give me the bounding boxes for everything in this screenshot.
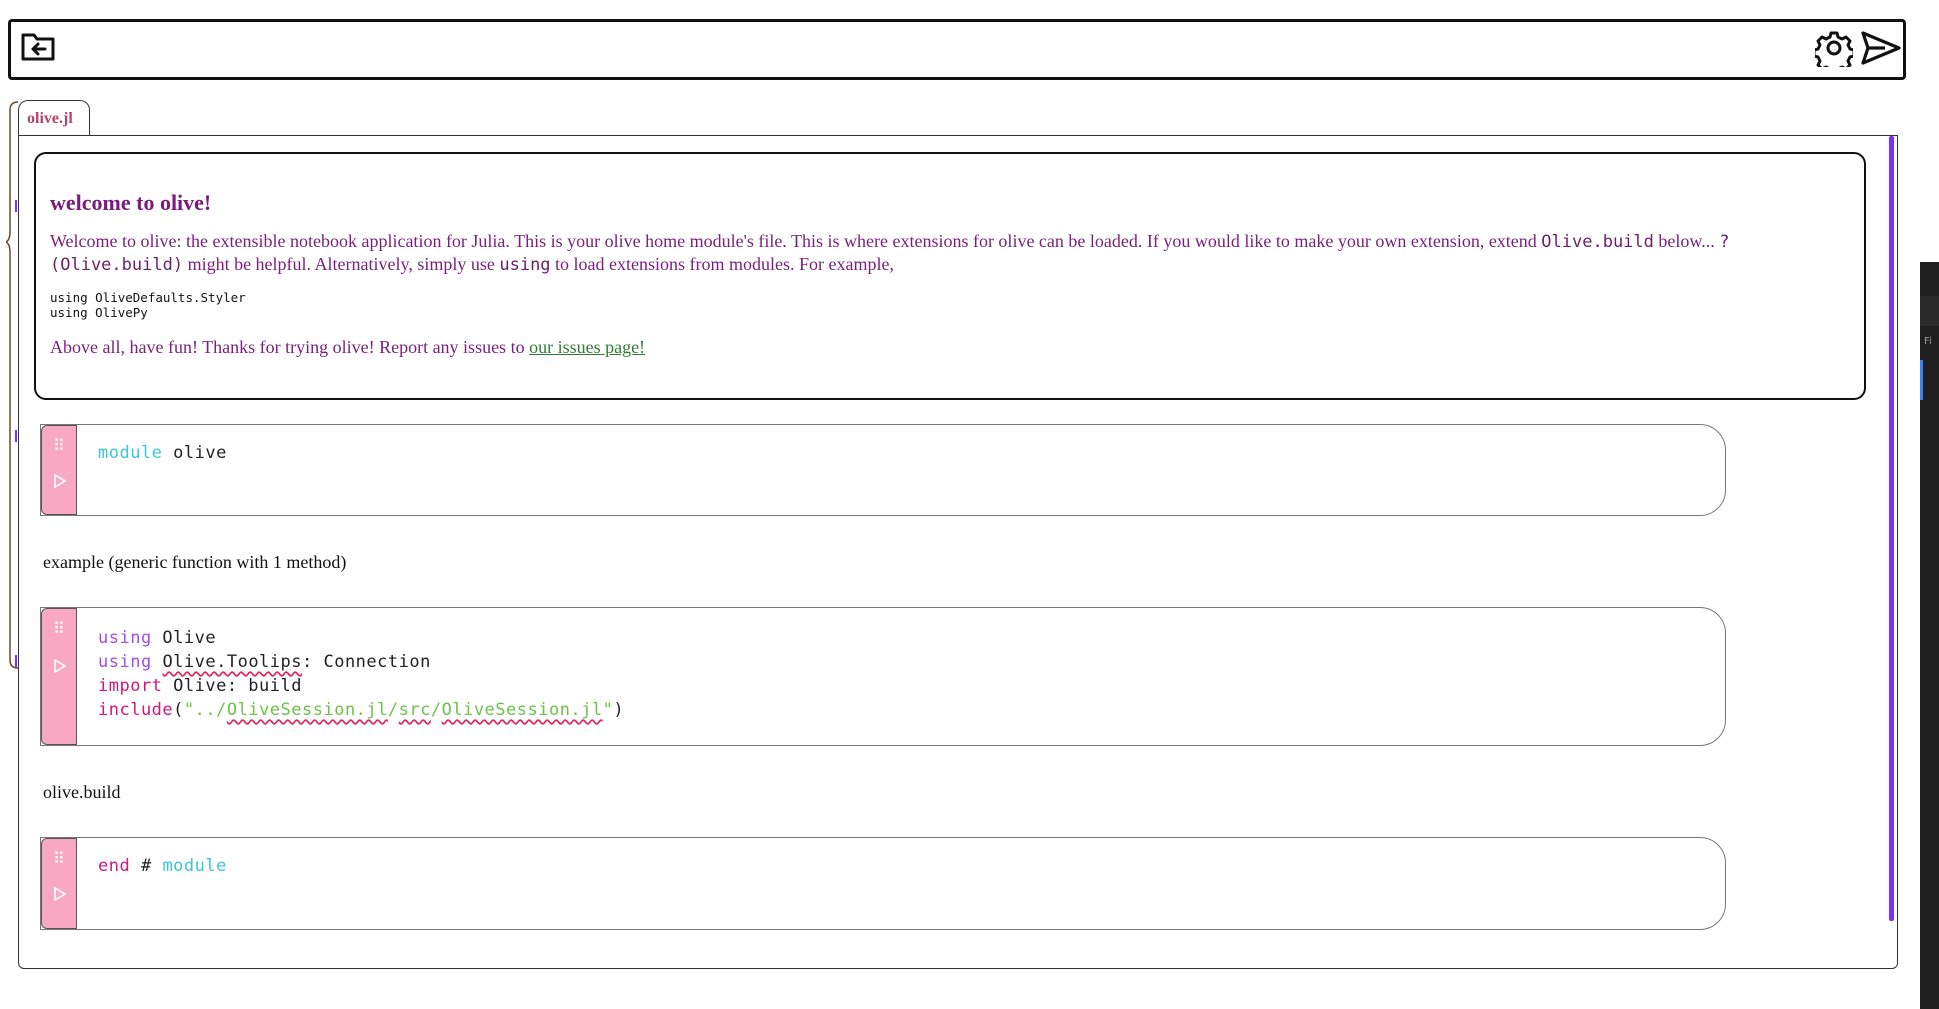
text-segment: Welcome to olive: the extensible noteboo… bbox=[50, 231, 1542, 251]
run-icon[interactable] bbox=[54, 473, 67, 493]
code-token: import bbox=[98, 676, 163, 696]
run-icon[interactable] bbox=[54, 886, 67, 906]
active-indicator bbox=[1920, 360, 1923, 400]
code-token: / bbox=[387, 700, 399, 720]
drag-handle-icon[interactable]: ⠿ bbox=[53, 849, 65, 868]
code-token: ) bbox=[613, 700, 625, 720]
text-segment: might be helpful. Alternatively, simply … bbox=[183, 254, 500, 274]
run-icon[interactable] bbox=[54, 658, 67, 678]
inline-code: Olive.build bbox=[1541, 232, 1654, 252]
code-editor[interactable]: end # module bbox=[98, 854, 227, 878]
cell-output-2: olive.build bbox=[43, 782, 121, 802]
code-token: using bbox=[98, 652, 152, 672]
code-token: include bbox=[98, 700, 174, 720]
cell-sidebar: ⠿ bbox=[41, 425, 77, 515]
tab-label: olive.jl bbox=[27, 110, 73, 127]
panel-scrollbar[interactable] bbox=[1889, 136, 1894, 921]
markdown-paragraph-2: Above all, have fun! Thanks for trying o… bbox=[50, 336, 1850, 358]
code-token: olive bbox=[162, 443, 227, 463]
send-icon[interactable] bbox=[1861, 31, 1901, 70]
markdown-code-block: using OliveDefaults.Styler using OlivePy bbox=[50, 290, 246, 320]
text-segment: Above all, have fun! Thanks for trying o… bbox=[50, 337, 530, 357]
code-cell-1[interactable]: ⠿ module olive bbox=[40, 424, 1726, 516]
code-token: "../ bbox=[183, 700, 227, 720]
code-token: / bbox=[430, 700, 442, 720]
code-token: ( bbox=[173, 700, 184, 720]
code-token: Olive.Toolips bbox=[162, 652, 302, 672]
top-toolbar bbox=[8, 19, 1906, 80]
code-cell-2[interactable]: ⠿ using Olive using Olive.Toolips: Conne… bbox=[40, 607, 1726, 746]
code-token: using bbox=[98, 628, 152, 648]
drag-handle-icon[interactable]: ⠿ bbox=[53, 436, 65, 455]
code-token: src bbox=[398, 700, 431, 720]
code-token: " bbox=[602, 700, 614, 720]
drag-handle-icon[interactable]: ⠿ bbox=[53, 619, 65, 638]
code-token: : Connection bbox=[302, 652, 431, 672]
code-editor[interactable]: module olive bbox=[98, 441, 227, 465]
markdown-paragraph-1: Welcome to olive: the extensible noteboo… bbox=[50, 230, 1850, 276]
code-token: OliveSession.jl bbox=[441, 700, 603, 720]
code-token: module bbox=[98, 443, 163, 463]
markdown-heading: welcome to olive! bbox=[50, 190, 212, 215]
adjacent-window-edge: Fi bbox=[1920, 262, 1939, 1009]
menu-fragment: Fi bbox=[1924, 336, 1932, 347]
cell-sidebar: ⠿ bbox=[41, 838, 77, 929]
code-token: end bbox=[98, 856, 131, 876]
issues-link[interactable]: our issues page! bbox=[529, 337, 645, 357]
text-segment: below... bbox=[1653, 231, 1720, 251]
code-token: # bbox=[130, 856, 163, 876]
code-token: Olive bbox=[151, 628, 217, 648]
text-segment: to load extensions from modules. For exa… bbox=[550, 254, 894, 274]
window-band bbox=[1920, 296, 1939, 326]
markdown-cell[interactable]: welcome to olive! Welcome to olive: the … bbox=[34, 152, 1866, 400]
code-cell-3[interactable]: ⠿ end # module bbox=[40, 837, 1726, 930]
folder-back-icon[interactable] bbox=[21, 31, 55, 66]
gear-icon[interactable] bbox=[1812, 29, 1856, 75]
code-token: OliveSession.jl bbox=[226, 700, 388, 720]
code-token: Olive: build bbox=[162, 676, 302, 696]
tab-olive-jl[interactable]: olive.jl bbox=[18, 100, 90, 136]
code-editor[interactable]: using Olive using Olive.Toolips: Connect… bbox=[98, 626, 624, 722]
code-token: module bbox=[162, 856, 227, 876]
cell-output-1: example (generic function with 1 method) bbox=[43, 552, 347, 572]
cell-sidebar: ⠿ bbox=[41, 608, 77, 745]
inline-code: using bbox=[499, 255, 551, 275]
